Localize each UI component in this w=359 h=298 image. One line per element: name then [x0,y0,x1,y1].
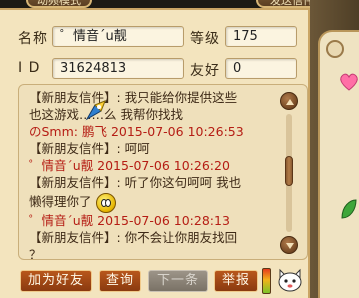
scroll-thumb[interactable] [285,156,293,186]
chat-line: 【新朋友信件】: 听了你这句呵呵 我也 [29,175,242,190]
id-field: 31624813 [52,58,184,79]
chat-timestamp: ゜情音´u靓 2015-07-06 10:26:20 [29,158,230,173]
chat-line: 也这游戏……么 我帮你找找 [29,107,183,122]
query-button[interactable]: 查询 [99,270,141,292]
arrow-up-icon [286,99,294,105]
name-label: 名称 [18,31,48,47]
report-button[interactable]: 举报 [214,270,258,292]
cat-mascot-icon[interactable] [276,266,304,294]
heart-icon [340,73,358,91]
name-field: ゜情音´u靓 [52,26,184,47]
side-panel [318,30,359,298]
ring-decoration-icon [326,40,344,58]
chat-line: 【新朋友信件】: 你不会让你朋友找回 [29,230,238,245]
chat-line-with-emoticon: 懒得理你了 [29,191,291,213]
chat-timestamp: のSmm: 鹏飞 2015-07-06 10:26:53 [29,124,244,139]
chat-timestamp: ゜情音´u靓 2015-07-06 10:28:13 [29,213,230,228]
add-friend-button[interactable]: 加为好友 [20,270,92,292]
arrow-down-icon [286,243,294,249]
id-label: I D [18,60,41,76]
chat-line-text: 懒得理你了 [29,194,92,209]
scroll-down-button[interactable] [280,236,298,254]
chat-line: 【新朋友信件】: 呵呵 [29,141,150,156]
leaf-icon [341,199,357,219]
scroll-up-button[interactable] [280,92,298,110]
next-message-button[interactable]: 下一条 [148,270,208,292]
friendship-field: 0 [225,58,297,79]
tab-mode[interactable]: 动频模式 [26,0,92,8]
chat-line: 【新朋友信件】: 我只能给你提供这些 [29,90,238,105]
chat-line: ？ [29,247,42,260]
chat-scrollbar[interactable] [280,92,298,254]
rocket-emoticon-icon [85,100,106,121]
friendship-label: 友好 [190,63,220,79]
level-label: 等级 [190,31,220,47]
chat-log[interactable]: 【新朋友信件】: 我只能给你提供这些 也这游戏……么 我帮你找找 のSmm: 鹏… [18,84,308,260]
level-meter-icon [262,268,271,294]
friend-mail-window: 动频模式 发送信件 名称 ゜情音´u靓 等级 175 I D 31624813 … [0,0,359,298]
surprised-emoticon-icon [95,192,116,213]
chat-messages: 【新朋友信件】: 我只能给你提供这些 也这游戏……么 我帮你找找 のSmm: 鹏… [29,89,291,260]
level-field: 175 [225,26,297,47]
